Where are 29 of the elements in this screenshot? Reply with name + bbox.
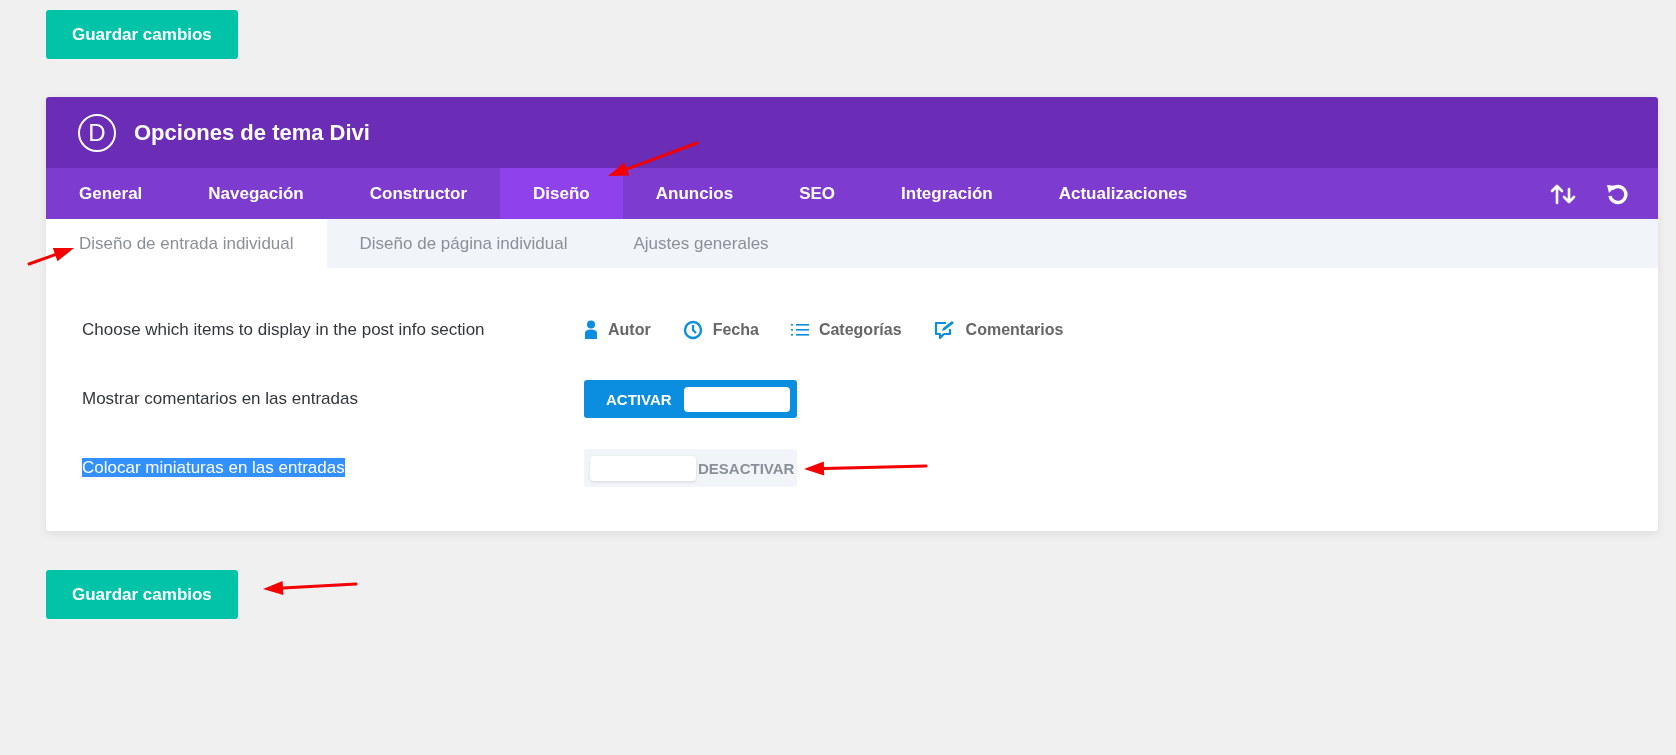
- clock-icon: [682, 320, 703, 340]
- sub-tab[interactable]: Diseño de entrada individual: [46, 219, 327, 268]
- setting-label: Mostrar comentarios en las entradas: [82, 389, 358, 408]
- setting-label: Colocar miniaturas en las entradas: [82, 458, 345, 477]
- toggle-switch[interactable]: ACTIVAR: [584, 380, 797, 418]
- list-icon: [790, 323, 809, 337]
- sub-tab[interactable]: Ajustes generales: [600, 219, 802, 268]
- annotation-arrow: [27, 248, 74, 266]
- undo-icon[interactable]: [1606, 182, 1628, 205]
- sub-tab[interactable]: Diseño de página individual: [326, 219, 601, 268]
- toggle-switch[interactable]: DESACTIVAR: [584, 449, 797, 487]
- nav-tab[interactable]: SEO: [766, 168, 869, 219]
- post-info-option[interactable]: Categorías: [790, 321, 902, 339]
- logo-icon: D: [78, 113, 116, 152]
- post-info-option[interactable]: Autor: [584, 320, 651, 340]
- post-info-option[interactable]: Fecha: [682, 320, 759, 340]
- nav-tab[interactable]: Diseño: [500, 168, 623, 219]
- comment-edit-icon: [933, 320, 956, 340]
- nav-tab[interactable]: Actualizaciones: [1025, 168, 1221, 219]
- nav-tab[interactable]: Navegación: [175, 168, 337, 219]
- nav-tab[interactable]: Anuncios: [622, 168, 767, 219]
- setting-label: Choose which items to display in the post info section: [82, 320, 485, 339]
- nav-tab[interactable]: Constructor: [336, 168, 501, 219]
- sort-arrows-icon[interactable]: [1550, 182, 1576, 205]
- nav-tab[interactable]: General: [46, 168, 176, 219]
- person-icon: [584, 320, 598, 340]
- nav-tab[interactable]: Integración: [868, 168, 1026, 219]
- post-info-option[interactable]: Comentarios: [933, 320, 1064, 340]
- panel-title: Opciones de tema Divi: [134, 119, 370, 146]
